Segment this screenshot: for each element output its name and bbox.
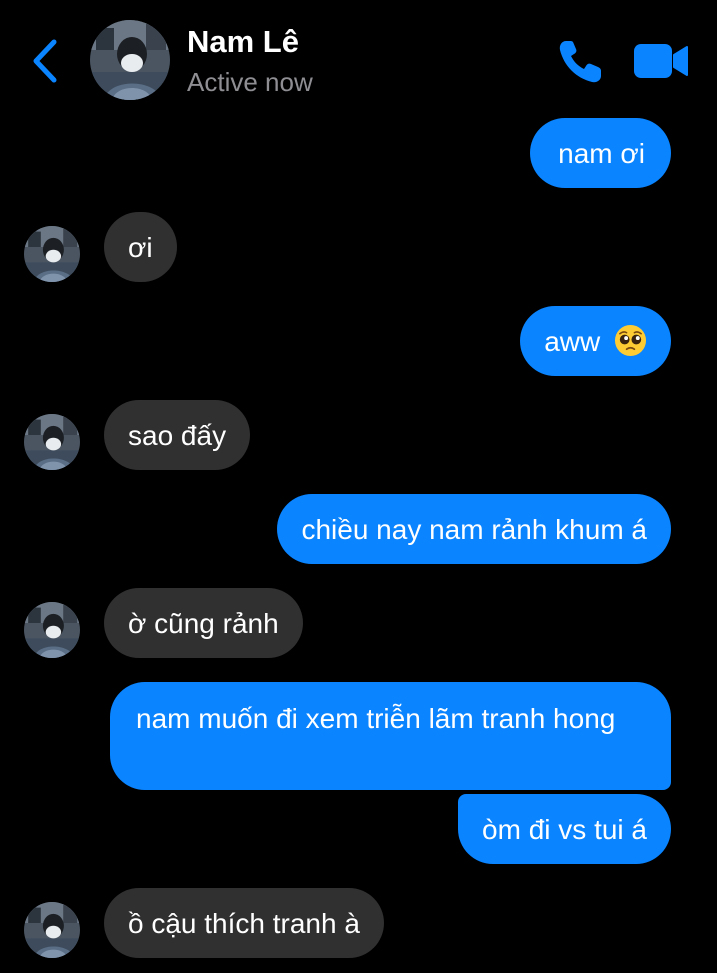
contact-name[interactable]: Nam Lê <box>187 24 299 60</box>
message-text: sao đấy <box>128 420 227 451</box>
sent-message[interactable]: nam ơi <box>530 118 671 188</box>
sent-message[interactable]: aww <box>520 306 671 376</box>
chevron-left-icon <box>33 39 57 83</box>
contact-avatar[interactable] <box>90 20 170 100</box>
received-message[interactable]: sao đấy <box>104 400 251 470</box>
sent-message[interactable]: chiều nay nam rảnh khum á <box>277 494 671 564</box>
active-status: Active now <box>187 67 313 97</box>
message-text: ờ cũng rảnh <box>128 608 279 639</box>
contact-avatar-small[interactable] <box>24 226 80 282</box>
message-text: ơi <box>128 232 153 263</box>
sent-message[interactable]: nam muốn đi xem triễn lãm tranh hong <box>110 682 671 790</box>
message-text: nam muốn đi xem triễn lãm tranh hong <box>136 703 616 734</box>
call-button[interactable] <box>556 38 604 84</box>
received-message[interactable]: ờ cũng rảnh <box>104 588 303 658</box>
sent-message[interactable]: òm đi vs tui á <box>458 794 671 864</box>
phone-icon <box>559 41 601 83</box>
message-text: ồ cậu thích tranh à <box>128 908 360 939</box>
video-call-button[interactable] <box>632 40 690 82</box>
contact-avatar-small[interactable] <box>24 902 80 958</box>
chat-header: Nam Lê Active now <box>0 0 717 110</box>
message-text: nam ơi <box>558 138 645 169</box>
received-message[interactable]: ơi <box>104 212 177 282</box>
video-camera-icon <box>634 44 688 78</box>
message-text: òm đi vs tui á <box>482 814 647 845</box>
message-text: aww <box>544 326 601 357</box>
message-text: chiều nay nam rảnh khum á <box>301 514 647 545</box>
back-button[interactable] <box>24 34 68 88</box>
contact-avatar-small[interactable] <box>24 602 80 658</box>
pleading-face-emoji-icon <box>614 324 647 357</box>
received-message[interactable]: ồ cậu thích tranh à <box>104 888 384 958</box>
contact-avatar-small[interactable] <box>24 414 80 470</box>
